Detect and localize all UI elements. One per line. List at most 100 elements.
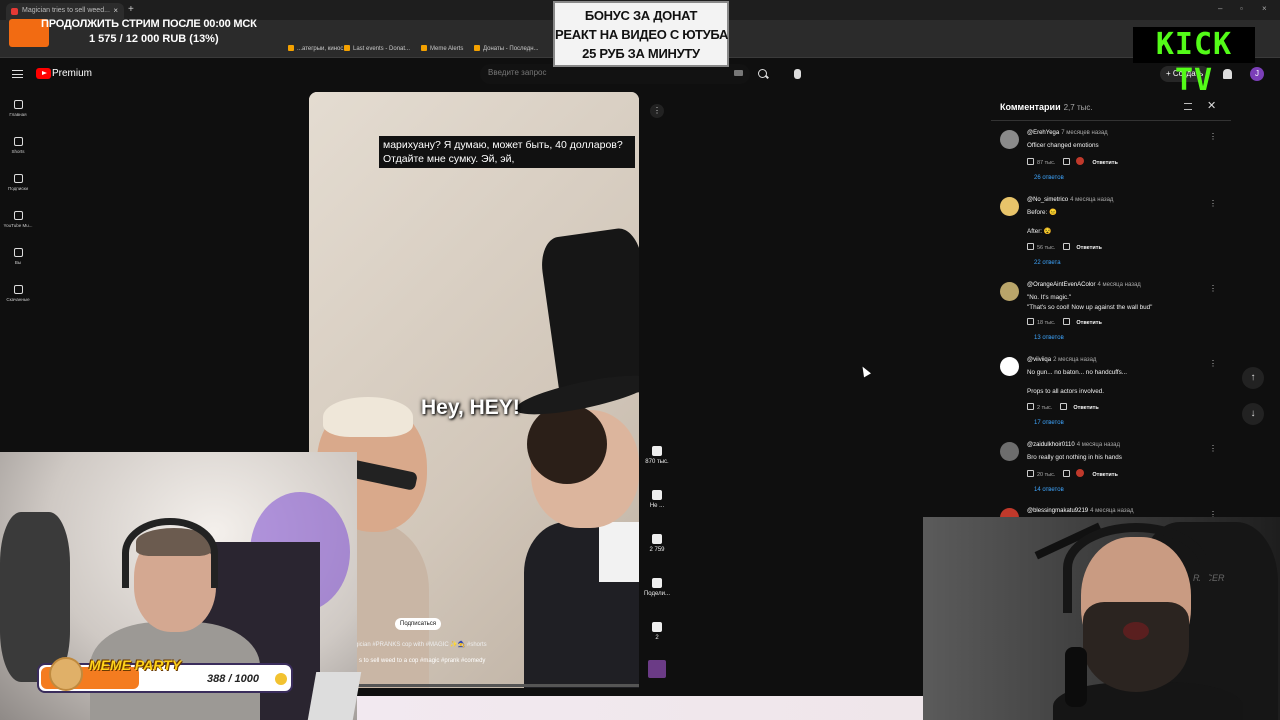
thumbs-up-icon[interactable]: [1027, 403, 1034, 410]
mouse-cursor-icon: [859, 364, 871, 378]
sidebar-item-shorts[interactable]: Shorts: [0, 137, 36, 154]
close-window-button[interactable]: ×: [1262, 4, 1267, 13]
view-replies-button[interactable]: 26 ответов: [1034, 175, 1064, 181]
tab-title: Magician tries to sell weed...: [22, 7, 110, 14]
comment-actions: 87 тыс. Ответить: [1027, 157, 1118, 166]
thumbs-up-icon[interactable]: [1027, 158, 1034, 165]
like-count: 870 тыс.: [645, 459, 669, 465]
video-person-left-hair: [323, 397, 413, 437]
view-replies-button[interactable]: 14 ответов: [1034, 487, 1064, 493]
remix-icon: [652, 622, 662, 632]
comments-button[interactable]: 2 759: [640, 534, 674, 553]
reply-button[interactable]: Ответить: [1073, 405, 1098, 411]
search-box: [480, 64, 750, 84]
next-video-button[interactable]: ↓: [1242, 403, 1264, 425]
thumbs-down-icon[interactable]: [1063, 243, 1071, 250]
remix-button[interactable]: 2: [640, 622, 674, 641]
youtube-logo-icon[interactable]: [36, 68, 51, 79]
search-icon[interactable]: [757, 68, 769, 80]
avatar[interactable]: [1000, 357, 1019, 376]
bookmark-item[interactable]: ...атегрыи, кинос...: [288, 45, 348, 52]
sidebar-item-label: Подписки: [8, 186, 28, 191]
comments-count: 2,7 тыс.: [1063, 103, 1093, 112]
maximize-button[interactable]: ▫: [1240, 4, 1243, 13]
reply-button[interactable]: Ответить: [1076, 320, 1101, 326]
comment-menu-icon[interactable]: ⋮: [1209, 132, 1217, 141]
tab-close-icon[interactable]: ×: [113, 6, 118, 15]
video-title[interactable]: gician #PRANKS cop with #MAGIC ✨🧙 #short…: [355, 641, 487, 648]
reply-button[interactable]: Ответить: [1092, 472, 1117, 478]
sound-thumbnail[interactable]: [640, 660, 674, 681]
doge-icon: [49, 657, 83, 691]
avatar[interactable]: [1000, 197, 1019, 216]
sidebar-item-you[interactable]: Вы: [0, 248, 36, 265]
sort-icon[interactable]: [1184, 103, 1192, 110]
bookmark-item[interactable]: Донаты - Последн...: [474, 45, 539, 52]
comments-header: Комментарии 2,7 тыс.: [1000, 102, 1093, 112]
shirt-collar: [599, 522, 639, 582]
comment-author[interactable]: @blessingmakatu9219 4 месяца назад: [1027, 508, 1133, 514]
comment-author[interactable]: @zaidulkhoir0110 4 месяца назад: [1027, 442, 1120, 448]
previous-video-button[interactable]: ↑: [1242, 367, 1264, 389]
comment-menu-icon[interactable]: ⋮: [1209, 199, 1217, 208]
thumbs-up-icon[interactable]: [1027, 318, 1034, 325]
thumbs-down-icon[interactable]: [1063, 470, 1071, 477]
thumbs-down-icon[interactable]: [1063, 318, 1071, 325]
sidebar-item-music[interactable]: YouTube Mu...: [0, 211, 36, 228]
comment-text: No gun... no baton... no handcuffs... Pr…: [1027, 369, 1128, 395]
sidebar-item-home[interactable]: Главная: [0, 100, 36, 117]
shorts-video-player[interactable]: марихуану? Я думаю, может быть, 40 долла…: [309, 92, 639, 688]
comment-author[interactable]: @viiviiqa 2 месяца назад: [1027, 357, 1096, 363]
meme-party-count: 388 / 1000: [207, 673, 259, 685]
subscriptions-icon: [13, 174, 23, 183]
youtube-premium-label[interactable]: Premium: [52, 68, 92, 79]
sidebar-item-subscriptions[interactable]: Подписки: [0, 174, 36, 191]
view-replies-button[interactable]: 17 ответов: [1034, 420, 1064, 426]
search-input[interactable]: [488, 68, 728, 77]
comment-icon: [652, 534, 662, 544]
notifications-bell-icon[interactable]: [1223, 69, 1232, 79]
avatar[interactable]: [1000, 442, 1019, 461]
share-label: Подели...: [643, 591, 670, 597]
comment-author[interactable]: @No_simetrico 4 месяца назад: [1027, 197, 1113, 203]
share-button[interactable]: Подели...: [640, 578, 674, 597]
comment-author[interactable]: @ErehYega 7 месяцев назад: [1027, 130, 1108, 136]
thumbs-up-icon[interactable]: [1027, 243, 1034, 250]
stream-goal-progress: 1 575 / 12 000 RUB (13%): [89, 33, 219, 45]
comment-menu-icon[interactable]: ⋮: [1209, 444, 1217, 453]
thumbs-down-icon[interactable]: [1060, 403, 1068, 410]
sidebar-item-downloads[interactable]: Скачанные: [0, 285, 36, 302]
reply-button[interactable]: Ответить: [1076, 245, 1101, 251]
donation-line: 25 РУБ ЗА МИНУТУ: [582, 46, 700, 61]
microphone-icon[interactable]: [794, 69, 801, 79]
avatar[interactable]: [1000, 130, 1019, 149]
keyboard-icon[interactable]: [734, 70, 743, 76]
close-icon[interactable]: ✕: [1207, 99, 1216, 112]
streamer-mouth: [1123, 622, 1149, 640]
thumbs-up-icon[interactable]: [1027, 470, 1034, 477]
comment-count: 2 759: [649, 547, 665, 553]
more-options-button[interactable]: ⋮: [650, 104, 664, 118]
menu-icon[interactable]: [12, 70, 23, 78]
thumbs-up-icon: [652, 446, 662, 456]
video-description[interactable]: s to sell weed to a cop #magic #prank #c…: [359, 658, 485, 664]
view-replies-button[interactable]: 22 ответа: [1034, 260, 1061, 266]
reply-button[interactable]: Ответить: [1092, 160, 1117, 166]
thumbs-down-icon[interactable]: [1063, 158, 1071, 165]
dislike-button[interactable]: Не ...: [640, 490, 674, 509]
streamer-webcam-right: RACER: [923, 517, 1280, 720]
stream-screen: Magician tries to sell weed... × + – ▫ ×…: [0, 0, 1280, 720]
comment-text: Officer changed emotions: [1027, 142, 1099, 149]
new-tab-button[interactable]: +: [128, 4, 134, 15]
comment-author[interactable]: @OrangeAintEvenAColor 4 месяца назад: [1027, 282, 1141, 288]
like-button[interactable]: 870 тыс.: [640, 446, 674, 465]
view-replies-button[interactable]: 13 ответов: [1034, 335, 1064, 341]
avatar[interactable]: [1000, 282, 1019, 301]
comment-menu-icon[interactable]: ⋮: [1209, 359, 1217, 368]
comment-menu-icon[interactable]: ⋮: [1209, 284, 1217, 293]
avatar[interactable]: J: [1250, 67, 1264, 81]
subscribe-button[interactable]: Подписаться: [395, 618, 441, 630]
bookmark-item[interactable]: Meme Alerts: [421, 45, 463, 52]
minimize-button[interactable]: –: [1218, 4, 1222, 13]
bookmark-item[interactable]: Last events - Donat...: [344, 45, 410, 52]
